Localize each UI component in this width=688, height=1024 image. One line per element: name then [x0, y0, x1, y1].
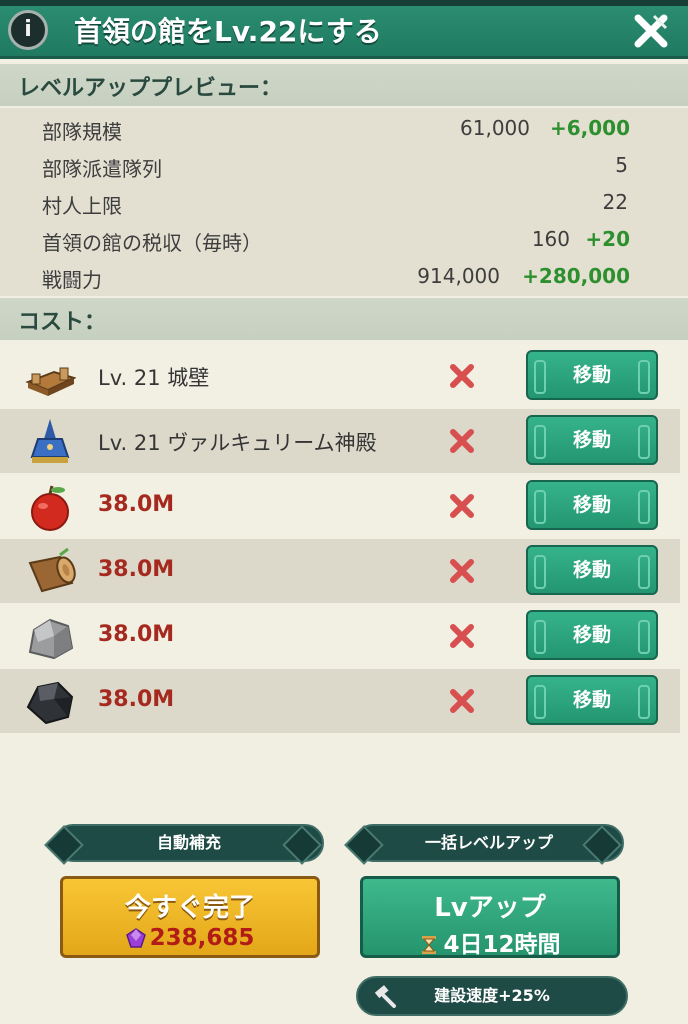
move-button[interactable]: 移動 — [526, 675, 658, 725]
gem-icon — [125, 928, 146, 948]
preview-heading-bar: レベルアッププレビュー： — [0, 64, 688, 106]
x-icon — [450, 494, 474, 518]
cost-resource-amount: 38.0M — [98, 557, 175, 582]
auto-refill-label: 自動補充 — [156, 833, 221, 852]
iron-ore-icon — [26, 681, 74, 725]
preview-label: 部隊派遣隊列 — [42, 157, 162, 181]
temple-icon — [30, 419, 70, 463]
cost-row: 38.0M 移動 — [0, 539, 680, 603]
move-button[interactable]: 移動 — [526, 480, 658, 530]
apple-icon — [31, 485, 69, 531]
x-icon — [450, 429, 474, 453]
preview-value: 22 — [602, 190, 628, 214]
x-icon — [450, 624, 474, 648]
preview-label: 部隊規模 — [42, 120, 122, 144]
cost-heading: コスト： — [18, 310, 107, 335]
cost-row: 38.0M 移動 — [0, 669, 680, 733]
instant-cost: 238,685 — [63, 925, 317, 951]
bulk-levelup-label: 一括レベルアップ — [424, 833, 553, 852]
close-icon[interactable] — [632, 12, 670, 50]
preview-row: 戦闘力 914,000 +280,000 — [0, 258, 688, 295]
cost-requirement-text: Lv. 21 城壁 — [98, 366, 210, 390]
levelup-button[interactable]: Lvアップ 4日12時間 — [360, 876, 620, 958]
diamond-ornament-icon — [282, 825, 322, 865]
preview-label: 首領の館の税収（毎時） — [42, 231, 262, 255]
cost-resource-amount: 38.0M — [98, 622, 175, 647]
preview-row: 村人上限 22 — [0, 184, 688, 221]
wall-icon — [25, 367, 76, 396]
move-button[interactable]: 移動 — [526, 545, 658, 595]
preview-value: 61,000 — [460, 116, 530, 140]
preview-label: 戦闘力 — [42, 268, 102, 292]
instant-complete-button[interactable]: 今すぐ完了 238,685 — [60, 876, 320, 958]
preview-heading: レベルアッププレビュー： — [18, 76, 283, 101]
stone-icon — [28, 618, 74, 660]
move-button[interactable]: 移動 — [526, 610, 658, 660]
bulk-levelup-button[interactable]: 一括レベルアップ — [344, 824, 624, 865]
build-speed-bonus: 建設速度+25% — [356, 976, 628, 1016]
preview-increase: +280,000 — [522, 264, 630, 288]
levelup-label: Lvアップ — [434, 893, 546, 923]
hourglass-icon — [422, 936, 437, 954]
preview-row: 首領の館の税収（毎時） 160 +20 — [0, 221, 688, 258]
panel-header: i 首領の館をLv.22にする — [0, 0, 688, 59]
preview-value: 160 — [531, 227, 570, 251]
preview-value: 5 — [615, 153, 628, 177]
preview-increase: +6,000 — [549, 116, 630, 140]
x-icon — [450, 559, 474, 583]
cost-resource-amount: 38.0M — [98, 492, 175, 517]
instant-complete-label: 今すぐ完了 — [124, 893, 255, 923]
cost-heading-bar: コスト： — [0, 298, 688, 340]
instant-cost-value: 238,685 — [149, 925, 255, 951]
build-speed-label: 建設速度+25% — [434, 986, 550, 1005]
hammer-icon — [374, 985, 396, 1008]
x-icon — [450, 689, 474, 713]
diamond-ornament-icon — [44, 825, 84, 865]
move-button[interactable]: 移動 — [526, 350, 658, 400]
preview-increase: +20 — [585, 227, 630, 251]
diamond-ornament-icon — [582, 825, 622, 865]
preview-row: 部隊派遣隊列 5 — [0, 147, 688, 184]
cost-row: Lv. 21 城壁 移動 — [0, 344, 680, 408]
wood-log-icon — [28, 547, 76, 593]
cost-requirement-text: Lv. 21 ヴァルキュリーム神殿 — [98, 431, 377, 455]
cost-resource-amount: 38.0M — [98, 687, 175, 712]
upgrade-panel: i 首領の館をLv.22にする レベルアッププレビュー： 部隊規模 61,000… — [0, 0, 688, 1024]
preview-row: 部隊規模 61,000 +6,000 — [0, 110, 688, 147]
levelup-time: 4日12時間 — [363, 925, 617, 959]
cost-row: 38.0M 移動 — [0, 604, 680, 668]
panel-title: 首領の館をLv.22にする — [74, 15, 382, 48]
preview-label: 村人上限 — [42, 194, 122, 218]
levelup-time-value: 4日12時間 — [443, 932, 561, 958]
move-button[interactable]: 移動 — [526, 415, 658, 465]
preview-list: 部隊規模 61,000 +6,000 部隊派遣隊列 5 村人上限 22 首領の館… — [0, 108, 688, 296]
diamond-ornament-icon — [344, 825, 384, 865]
cost-row: 38.0M 移動 — [0, 474, 680, 538]
info-icon[interactable]: i — [8, 10, 48, 50]
auto-refill-button[interactable]: 自動補充 — [44, 824, 324, 865]
cost-row: Lv. 21 ヴァルキュリーム神殿 移動 — [0, 409, 680, 473]
preview-value: 914,000 — [417, 264, 500, 288]
x-icon — [450, 364, 474, 388]
